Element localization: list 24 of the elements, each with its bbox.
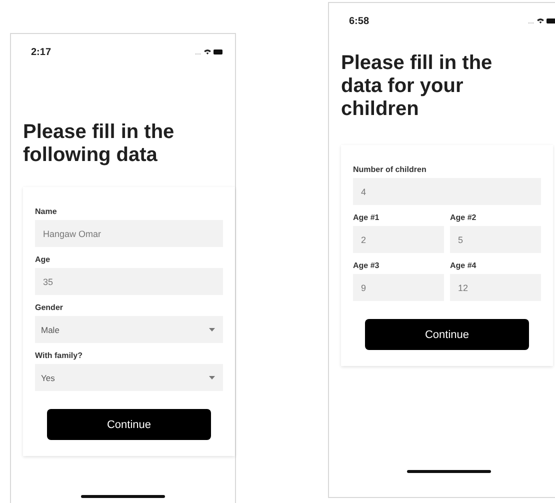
continue-button[interactable]: Continue xyxy=(365,319,529,350)
input-field[interactable]: 5 xyxy=(450,226,541,253)
screen-title: Please fill in the data for your children xyxy=(341,52,494,121)
continue-button[interactable]: Continue xyxy=(47,409,211,440)
field-label: Age #4 xyxy=(450,261,478,270)
field-label: Age #3 xyxy=(353,261,380,270)
input-field[interactable]: 9 xyxy=(353,274,444,301)
field-label: Number of children xyxy=(353,165,428,174)
field-label: Age #1 xyxy=(353,213,380,222)
field-label: Name xyxy=(35,207,58,216)
field-label: Age xyxy=(35,255,52,264)
input-field[interactable]: 12 xyxy=(450,274,541,301)
field-label: Gender xyxy=(35,303,64,312)
input-field[interactable]: 35 xyxy=(35,268,223,295)
input-field[interactable]: 2 xyxy=(353,226,444,253)
input-field[interactable]: 4 xyxy=(353,178,541,205)
field-label: With family? xyxy=(35,351,84,360)
input-field[interactable]: Hangaw Omar xyxy=(35,220,223,247)
dropdown[interactable]: Yes xyxy=(35,364,223,391)
status-time: 2:17 xyxy=(31,46,52,58)
field-label: Age #2 xyxy=(450,213,478,222)
dropdown[interactable]: Male xyxy=(35,316,223,343)
screen-title: Please fill in the following data xyxy=(23,121,176,167)
status-time: 6:58 xyxy=(349,16,370,26)
